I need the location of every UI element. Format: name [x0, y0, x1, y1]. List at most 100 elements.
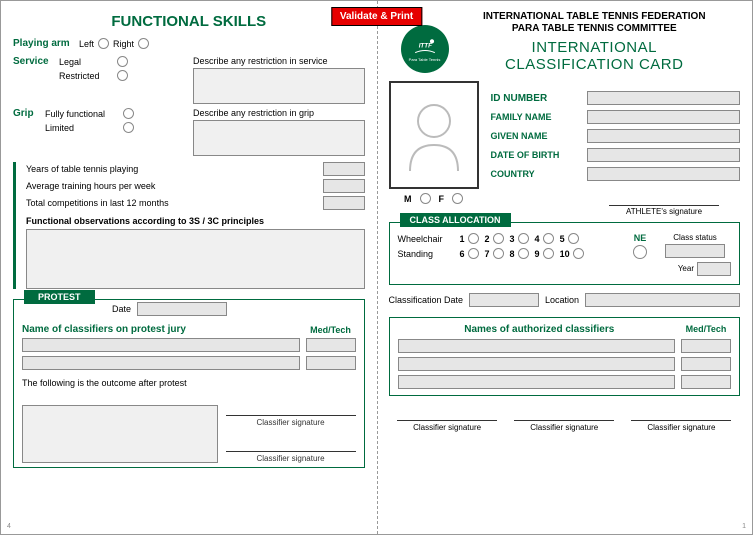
org-line-1: INTERNATIONAL TABLE TENNIS FEDERATION	[449, 11, 741, 23]
year-label: Year	[678, 264, 694, 273]
classification-date-label: Classification Date	[389, 295, 464, 305]
avatar-placeholder-icon	[398, 93, 470, 177]
service-restriction-input[interactable]	[193, 68, 365, 104]
class-6-label: 6	[460, 249, 465, 259]
wheelchair-label: Wheelchair	[398, 234, 454, 244]
class-2-label: 2	[485, 234, 490, 244]
class-9-radio[interactable]	[543, 248, 554, 259]
class-8-label: 8	[510, 249, 515, 259]
class-2-radio[interactable]	[493, 233, 504, 244]
class-7-label: 7	[485, 249, 490, 259]
protest-date-input[interactable]	[137, 302, 227, 316]
gender-m-radio[interactable]	[420, 193, 431, 204]
func-obs-input[interactable]	[26, 229, 365, 289]
outcome-label: The following is the outcome after prote…	[22, 378, 356, 388]
card-title-1: INTERNATIONAL	[449, 39, 741, 56]
family-label: FAMILY NAME	[491, 112, 581, 122]
class-9-label: 9	[535, 249, 540, 259]
func-obs-label: Functional observations according to 3S …	[26, 216, 365, 226]
standing-label: Standing	[398, 249, 454, 259]
ne-label: NE	[634, 233, 647, 243]
auth-names-title: Names of authorized classifiers	[398, 324, 682, 335]
grip-full-label: Fully functional	[45, 109, 119, 119]
class-1-label: 1	[460, 234, 465, 244]
comps-input[interactable]	[323, 196, 365, 210]
page-number-right: 1	[742, 523, 746, 530]
id-input[interactable]	[587, 91, 741, 105]
functional-skills-title: FUNCTIONAL SKILLS	[13, 13, 365, 30]
classification-date-input[interactable]	[469, 293, 539, 307]
org-line-2: PARA TABLE TENNIS COMMITTEE	[449, 23, 741, 35]
auth-name-2-input[interactable]	[398, 357, 676, 371]
service-legal-radio[interactable]	[117, 56, 128, 67]
class-5-radio[interactable]	[568, 233, 579, 244]
family-input[interactable]	[587, 110, 741, 124]
year-input[interactable]	[697, 262, 731, 276]
country-label: COUNTRY	[491, 169, 581, 179]
comps-label: Total competitions in last 12 months	[26, 198, 169, 208]
playing-arm-label: Playing arm	[13, 38, 75, 49]
auth-name-3-input[interactable]	[398, 375, 676, 389]
grip-limited-radio[interactable]	[123, 122, 134, 133]
opt-right-label: Right	[113, 39, 134, 49]
auth-medtech-1-input[interactable]	[681, 339, 731, 353]
ne-radio[interactable]	[633, 245, 647, 259]
class-status-label: Class status	[659, 233, 731, 242]
service-restricted-label: Restricted	[59, 71, 113, 81]
jury-name-2-input[interactable]	[22, 356, 300, 370]
dob-label: DATE OF BIRTH	[491, 150, 581, 160]
protest-sig-1: Classifier signature	[226, 415, 356, 427]
grip-label: Grip	[13, 108, 41, 119]
given-input[interactable]	[587, 129, 741, 143]
svg-text:ITTF: ITTF	[418, 42, 431, 49]
protest-section: PROTEST Date Name of classifiers on prot…	[13, 299, 365, 468]
class-allocation-section: ATHLETE's signature CLASS ALLOCATION Whe…	[389, 222, 741, 285]
class-6-radio[interactable]	[468, 248, 479, 259]
gender-f-radio[interactable]	[452, 193, 463, 204]
playing-arm-left-radio[interactable]	[98, 38, 109, 49]
validate-print-button[interactable]: Validate & Print	[331, 7, 422, 26]
outcome-input[interactable]	[22, 405, 218, 463]
class-4-radio[interactable]	[543, 233, 554, 244]
ittf-logo-icon: ITTF	[411, 37, 439, 57]
auth-medtech-3-input[interactable]	[681, 375, 731, 389]
service-restricted-radio[interactable]	[117, 70, 128, 81]
auth-medtech-label: Med/Tech	[681, 324, 731, 335]
location-label: Location	[545, 295, 579, 305]
jury-name-1-input[interactable]	[22, 338, 300, 352]
card-title-2: CLASSIFICATION CARD	[449, 56, 741, 73]
class-3-radio[interactable]	[518, 233, 529, 244]
hours-input[interactable]	[323, 179, 365, 193]
country-input[interactable]	[587, 167, 741, 181]
years-label: Years of table tennis playing	[26, 164, 138, 174]
given-label: GIVEN NAME	[491, 131, 581, 141]
class-3-label: 3	[510, 234, 515, 244]
grip-describe-label: Describe any restriction in grip	[193, 108, 365, 118]
class-5-label: 5	[560, 234, 565, 244]
class-7-radio[interactable]	[493, 248, 504, 259]
class-8-radio[interactable]	[518, 248, 529, 259]
bottom-sig-1: Classifier signature	[397, 420, 497, 432]
class-status-input[interactable]	[665, 244, 725, 258]
hours-label: Average training hours per week	[26, 181, 155, 191]
location-input[interactable]	[585, 293, 740, 307]
service-label: Service	[13, 56, 55, 67]
auth-name-1-input[interactable]	[398, 339, 676, 353]
class-allocation-tab: CLASS ALLOCATION	[400, 213, 511, 227]
dob-input[interactable]	[587, 148, 741, 162]
authorized-classifiers-section: Names of authorized classifiers Med/Tech	[389, 317, 741, 396]
jury-medtech-2-input[interactable]	[306, 356, 356, 370]
grip-limited-label: Limited	[45, 123, 119, 133]
service-legal-label: Legal	[59, 57, 113, 67]
years-input[interactable]	[323, 162, 365, 176]
opt-left-label: Left	[79, 39, 94, 49]
grip-restriction-input[interactable]	[193, 120, 365, 156]
class-10-radio[interactable]	[573, 248, 584, 259]
jury-medtech-1-input[interactable]	[306, 338, 356, 352]
class-1-radio[interactable]	[468, 233, 479, 244]
auth-medtech-2-input[interactable]	[681, 357, 731, 371]
playing-arm-right-radio[interactable]	[138, 38, 149, 49]
ittf-badge: ITTF Para Table Tennis	[401, 25, 449, 73]
class-4-label: 4	[535, 234, 540, 244]
grip-full-radio[interactable]	[123, 108, 134, 119]
